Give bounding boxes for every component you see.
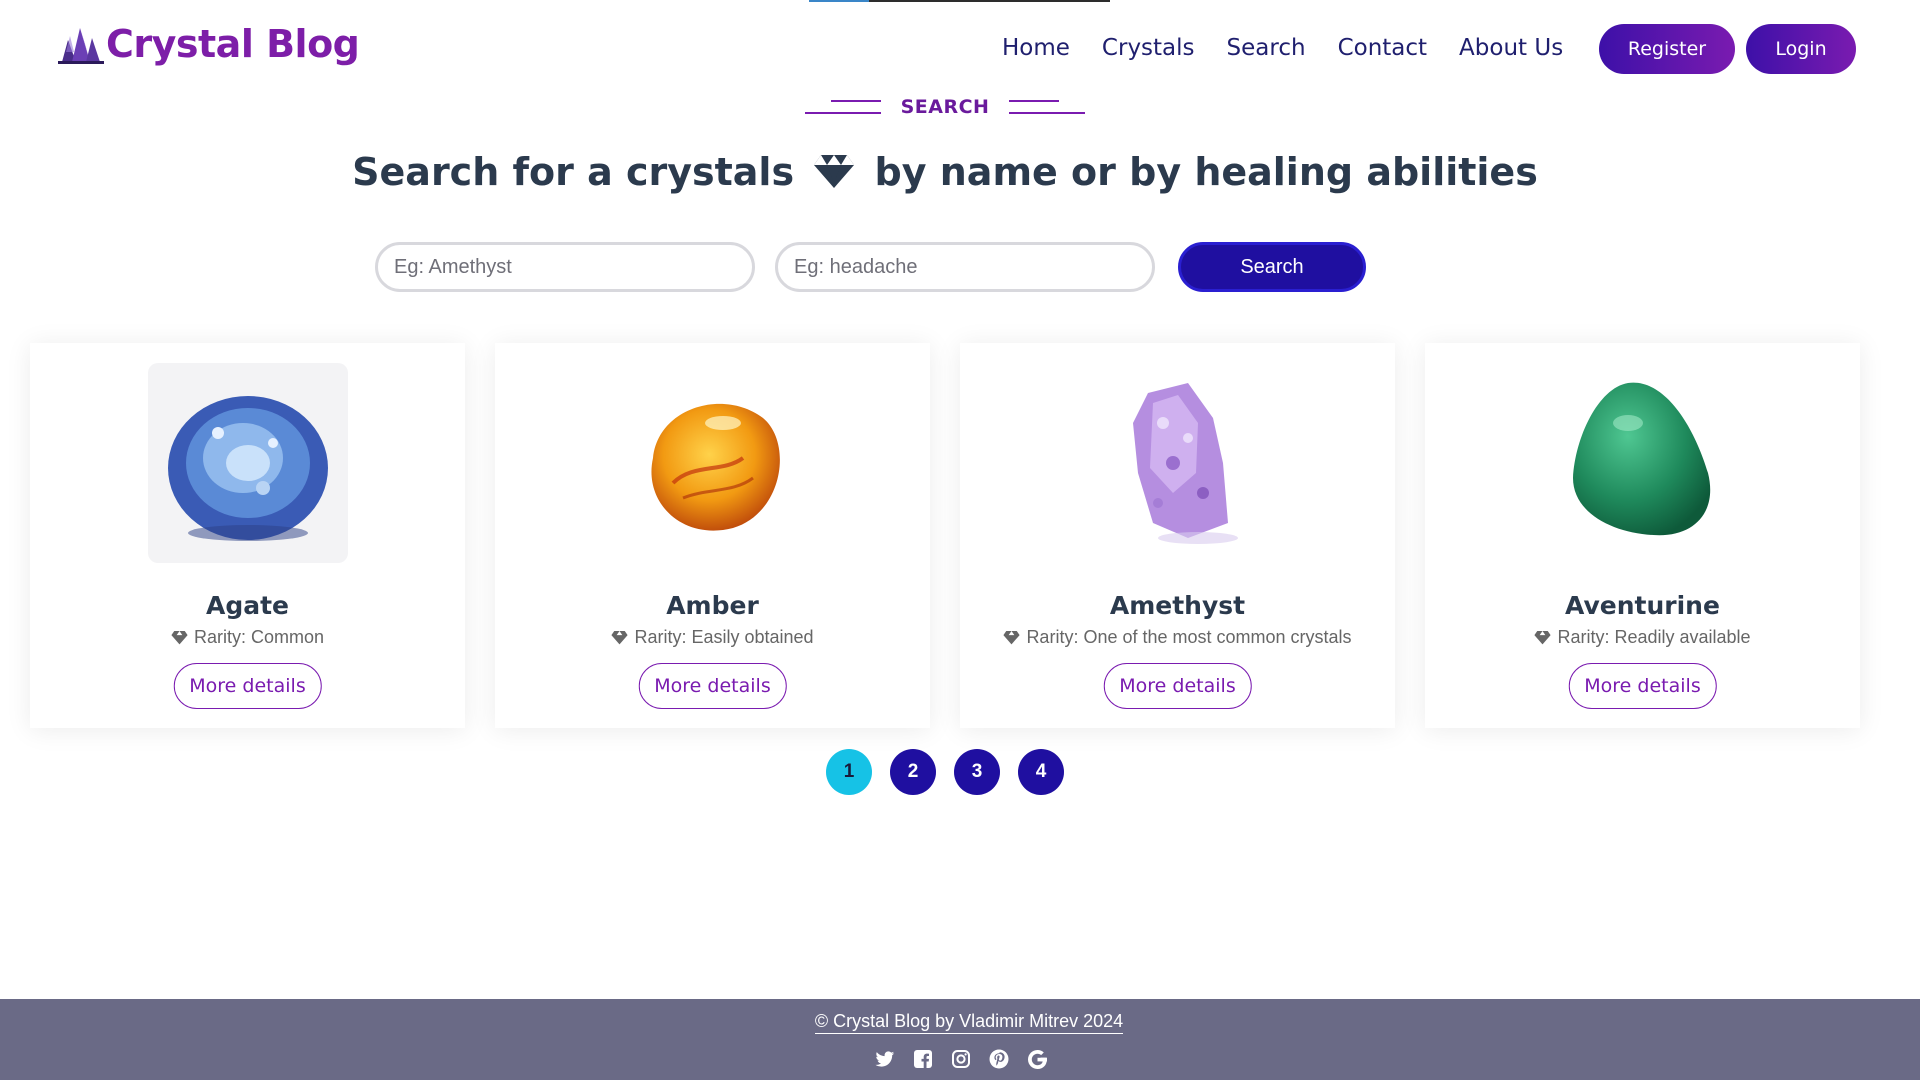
nav-search[interactable]: Search	[1227, 32, 1306, 64]
site-header: Crystal Blog Home Crystals Search Contac…	[0, 0, 1920, 100]
logo-text: Crystal Blog	[106, 22, 360, 66]
amber-image	[613, 363, 813, 563]
headline-part-2: by name or by healing abilities	[874, 150, 1538, 194]
search-button[interactable]: Search	[1178, 242, 1366, 292]
page-1-button[interactable]: 1	[826, 749, 872, 795]
logo[interactable]: Crystal Blog	[58, 22, 360, 66]
crystal-name: Agate	[205, 591, 290, 620]
nav-crystals[interactable]: Crystals	[1102, 32, 1195, 64]
crystal-card: Aventurine Rarity: Readily available Mor…	[1425, 343, 1860, 728]
google-icon[interactable]	[1026, 1048, 1048, 1070]
more-details-button[interactable]: More details	[1103, 663, 1252, 709]
crystal-name-input[interactable]	[375, 242, 755, 292]
social-links	[874, 1048, 1048, 1070]
section-decoration-right	[1009, 100, 1086, 114]
crystal-logo-icon	[58, 28, 104, 64]
crystal-card: Amethyst Rarity: One of the most common …	[960, 343, 1395, 728]
rarity-text: Rarity: Readily available	[1557, 627, 1751, 647]
headline-part-1: Search for a crystals	[352, 150, 795, 194]
gem-icon	[171, 631, 188, 645]
aventurine-image	[1543, 363, 1743, 563]
main-nav: Home Crystals Search Contact About Us	[1002, 32, 1563, 64]
rarity-text: Rarity: One of the most common crystals	[1026, 627, 1352, 647]
more-details-button[interactable]: More details	[638, 663, 787, 709]
crystal-rarity: Rarity: Common	[30, 627, 465, 648]
crystal-rarity: Rarity: Readily available	[1425, 627, 1860, 648]
register-button[interactable]: Register	[1599, 24, 1735, 74]
site-footer: © Crystal Blog by Vladimir Mitrev 2024	[0, 999, 1920, 1080]
rarity-text: Rarity: Easily obtained	[634, 627, 814, 647]
crystal-name: Amber	[666, 591, 759, 620]
crystal-card: Amber Rarity: Easily obtained More detai…	[495, 343, 930, 728]
instagram-icon[interactable]	[950, 1048, 972, 1070]
crystal-rarity: Rarity: Easily obtained	[495, 627, 930, 648]
crystal-card: Agate Rarity: Common More details	[30, 343, 465, 728]
nav-home[interactable]: Home	[1002, 32, 1070, 64]
healing-ability-input[interactable]	[775, 242, 1155, 292]
amethyst-image	[1078, 363, 1278, 563]
gem-icon	[1534, 631, 1552, 645]
section-label: SEARCH	[0, 96, 1890, 118]
crystal-name: Amethyst	[1109, 591, 1246, 620]
section-decoration-left	[804, 100, 881, 114]
page-title: Search for a crystals by name or by heal…	[0, 150, 1890, 194]
twitter-icon[interactable]	[874, 1048, 896, 1070]
section-label-text: SEARCH	[900, 96, 990, 118]
copyright-text[interactable]: © Crystal Blog by Vladimir Mitrev 2024	[814, 1011, 1124, 1034]
gem-icon	[1003, 631, 1021, 645]
agate-image	[148, 363, 348, 563]
gem-icon	[611, 631, 629, 645]
more-details-button[interactable]: More details	[173, 663, 322, 709]
crystal-rarity: Rarity: One of the most common crystals	[960, 627, 1395, 648]
pinterest-icon[interactable]	[988, 1048, 1010, 1070]
gem-icon	[814, 155, 855, 188]
nav-contact[interactable]: Contact	[1338, 32, 1427, 64]
page-4-button[interactable]: 4	[1018, 749, 1064, 795]
copyright: © Crystal Blog by Vladimir Mitrev 2024	[0, 1011, 1920, 1034]
more-details-button[interactable]: More details	[1568, 663, 1717, 709]
search-form: Search	[375, 242, 1366, 292]
facebook-icon[interactable]	[912, 1048, 934, 1070]
rarity-text: Rarity: Common	[193, 627, 325, 647]
page-2-button[interactable]: 2	[890, 749, 936, 795]
pagination: 1 2 3 4	[826, 749, 1064, 795]
login-button[interactable]: Login	[1746, 24, 1856, 74]
crystal-card-list: Agate Rarity: Common More details Amber …	[30, 343, 1860, 728]
crystal-name: Aventurine	[1565, 591, 1720, 620]
page-3-button[interactable]: 3	[954, 749, 1000, 795]
nav-about-us[interactable]: About Us	[1459, 32, 1563, 64]
